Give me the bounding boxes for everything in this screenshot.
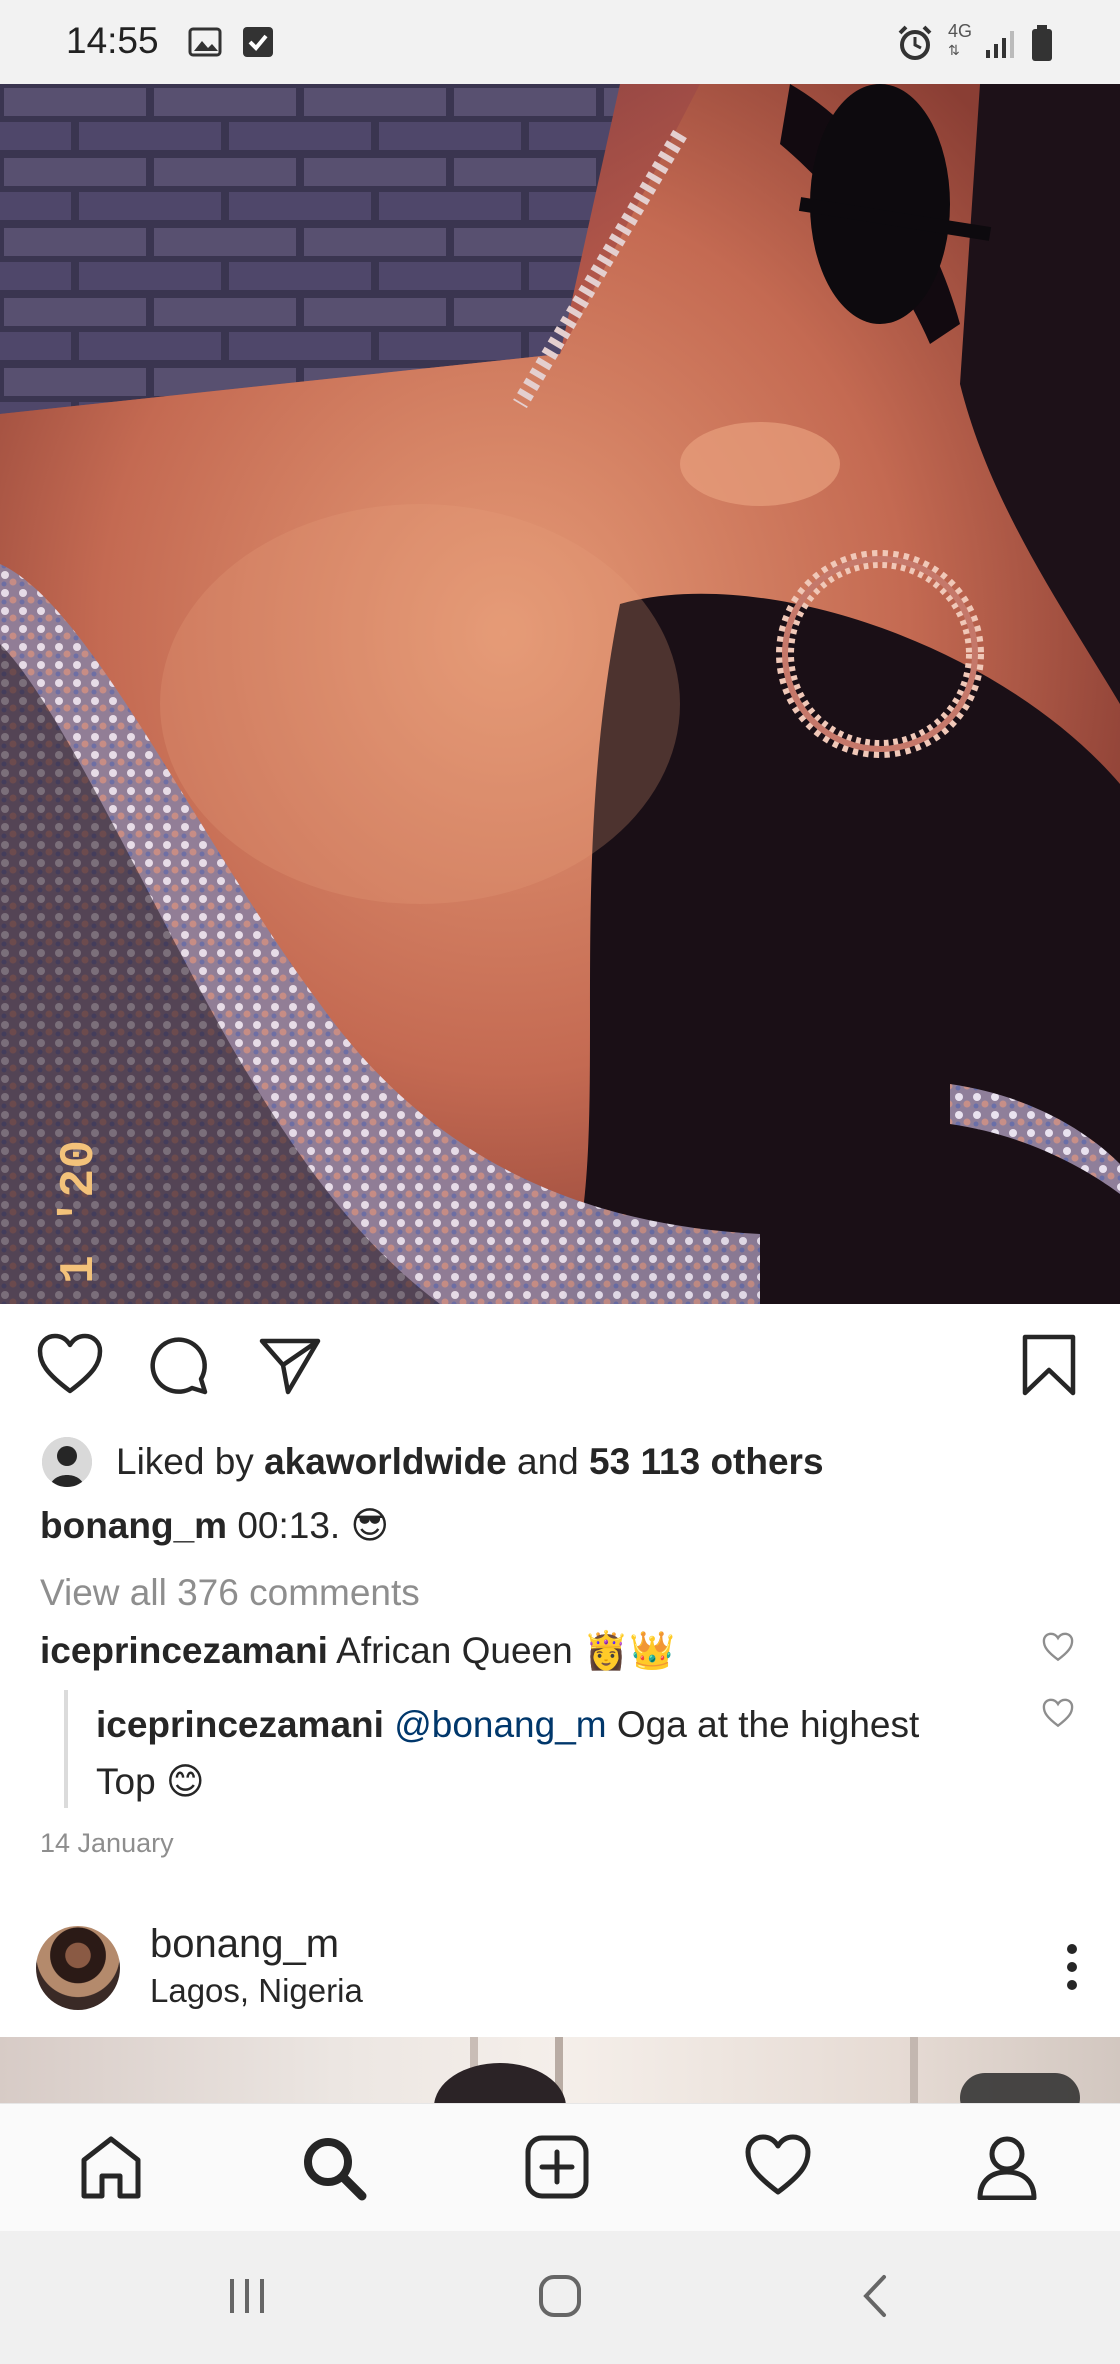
- profile-icon[interactable]: [974, 2134, 1044, 2204]
- more-options-icon[interactable]: [1064, 1942, 1080, 1992]
- comment-emojis: 👸👑: [582, 1630, 676, 1671]
- check-box-icon: [242, 26, 274, 63]
- search-icon[interactable]: [300, 2134, 370, 2204]
- reply-text-line1: Oga at the highest: [616, 1704, 920, 1745]
- view-all-comments-link[interactable]: View all 376 comments: [40, 1572, 420, 1614]
- likes-summary[interactable]: Liked by akaworldwide and 53 113 others: [42, 1437, 824, 1487]
- android-navigation-bar: [0, 2231, 1120, 2364]
- caption-username-text[interactable]: bonang_m: [40, 1505, 227, 1546]
- post-photo[interactable]: 1 '20: [0, 84, 1120, 1304]
- likes-joiner: and: [517, 1441, 579, 1482]
- gallery-icon: [188, 26, 222, 63]
- status-time: 14:55: [66, 20, 159, 61]
- reply-username[interactable]: iceprincezamani: [96, 1704, 384, 1745]
- activity-icon[interactable]: [744, 2134, 814, 2204]
- post-caption: bonang_m 00:13. 😎: [40, 1504, 389, 1547]
- reply-like-heart-icon[interactable]: [1042, 1698, 1074, 1733]
- back-icon[interactable]: [858, 2273, 894, 2324]
- likes-count[interactable]: 53 113 others: [589, 1441, 823, 1483]
- status-bar: 14:55 4G ⇅: [0, 0, 1120, 84]
- post-date: 14 January: [40, 1828, 174, 1858]
- share-icon[interactable]: [258, 1337, 322, 1400]
- likes-prefix: Liked by: [116, 1441, 254, 1482]
- comment-text: African Queen: [336, 1630, 573, 1671]
- caption-text: 00:13.: [237, 1504, 341, 1546]
- next-post-header: bonang_m Lagos, Nigeria: [0, 1900, 1120, 2030]
- next-post-photo[interactable]: [0, 2037, 1120, 2103]
- heart-icon[interactable]: [36, 1333, 104, 1400]
- new-post-icon[interactable]: [524, 2134, 594, 2204]
- next-post-location[interactable]: Lagos, Nigeria: [150, 1972, 363, 2010]
- liker-avatar: [42, 1437, 92, 1487]
- reply-emoji: 😊: [165, 1761, 205, 1802]
- photo-date-stamp: 1 '20: [53, 1140, 107, 1284]
- signal-icon: [984, 28, 1020, 65]
- bottom-tab-bar: [0, 2103, 1120, 2231]
- reply-thread-line: [64, 1690, 68, 1808]
- recent-apps-icon[interactable]: [224, 2273, 270, 2324]
- next-post-username[interactable]: bonang_m: [150, 1922, 339, 1967]
- network-label: 4G: [948, 21, 973, 41]
- alarm-icon: [896, 24, 934, 67]
- comment-icon[interactable]: [148, 1334, 210, 1401]
- comment-username[interactable]: iceprincezamani: [40, 1630, 328, 1671]
- next-post-avatar[interactable]: [36, 1926, 120, 2010]
- liker-username[interactable]: akaworldwide: [264, 1441, 507, 1483]
- home-button-icon[interactable]: [536, 2273, 584, 2324]
- reply-mention[interactable]: @bonang_m: [394, 1704, 606, 1745]
- bookmark-icon[interactable]: [1020, 1333, 1078, 1402]
- home-icon[interactable]: [78, 2134, 148, 2204]
- comment-like-heart-icon[interactable]: [1042, 1632, 1074, 1667]
- reply-comment: iceprincezamani @bonang_m Oga at the hig…: [96, 1696, 996, 1810]
- caption-emoji: 😎: [350, 1505, 390, 1546]
- comment: iceprincezamani African Queen 👸👑: [40, 1622, 675, 1679]
- caption-username[interactable]: bonang_m: [40, 1505, 227, 1547]
- battery-icon: [1030, 24, 1054, 67]
- 4g-data-icon: 4G ⇅: [948, 21, 973, 58]
- reply-text-line2: Top: [96, 1761, 156, 1802]
